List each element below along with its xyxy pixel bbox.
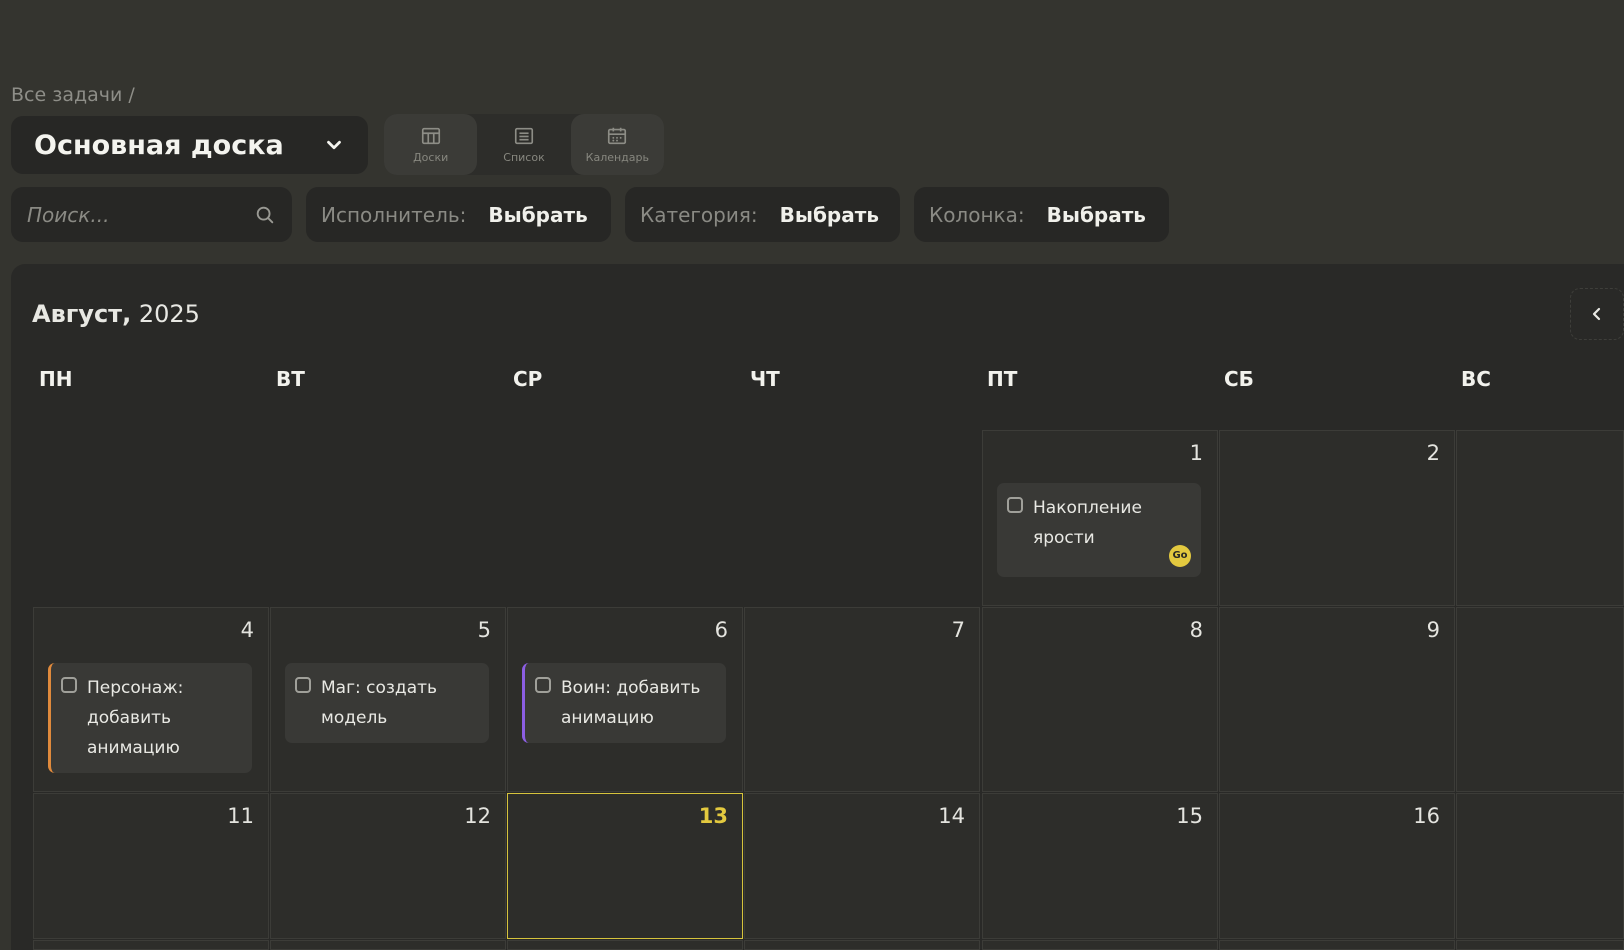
day-cell[interactable]: [1456, 430, 1624, 606]
task-card[interactable]: Маг: создать модель: [285, 663, 489, 743]
day-cell[interactable]: 16: [1219, 793, 1455, 939]
task-checkbox[interactable]: [1007, 497, 1023, 513]
day-cell[interactable]: 8: [982, 607, 1218, 792]
filter-assignee-label: Исполнитель:: [321, 202, 467, 227]
day-number: 11: [227, 804, 254, 828]
day-cell[interactable]: 2: [1219, 430, 1455, 606]
view-switcher: Доски Список Календарь: [384, 114, 664, 175]
day-cell-today[interactable]: 13: [507, 793, 743, 939]
task-card[interactable]: Персонаж: добавить анимацию: [48, 663, 252, 773]
day-cell[interactable]: 14: [744, 793, 980, 939]
board-title: Основная доска: [34, 129, 284, 161]
view-list-label: Список: [503, 151, 545, 164]
day-number: 15: [1176, 804, 1203, 828]
day-number: 13: [698, 804, 728, 828]
task-title: Маг: создать модель: [321, 678, 438, 728]
day-cell[interactable]: 4 Персонаж: добавить анимацию: [33, 607, 269, 792]
filter-category[interactable]: Категория: Выбрать: [625, 187, 900, 242]
day-cell[interactable]: 6 Воин: добавить анимацию: [507, 607, 743, 792]
search-input[interactable]: [27, 202, 254, 227]
breadcrumb[interactable]: Все задачи /: [11, 84, 135, 106]
day-cell[interactable]: [33, 940, 269, 950]
day-cell[interactable]: 9: [1219, 607, 1455, 792]
task-checkbox[interactable]: [295, 677, 311, 693]
day-cell[interactable]: 5 Маг: создать модель: [270, 607, 506, 792]
chevron-down-icon: [327, 140, 341, 150]
task-card[interactable]: Воин: добавить анимацию: [522, 663, 726, 743]
task-card[interactable]: Накопление ярости Go: [997, 483, 1201, 577]
filter-assignee[interactable]: Исполнитель: Выбрать: [306, 187, 611, 242]
view-calendar-button[interactable]: Календарь: [570, 114, 664, 175]
board-selector[interactable]: Основная доска: [11, 116, 368, 174]
day-cell[interactable]: 11: [33, 793, 269, 939]
day-cell[interactable]: [1456, 793, 1624, 939]
search-box: [11, 187, 292, 242]
day-number: 8: [1189, 618, 1203, 642]
day-number: 14: [938, 804, 965, 828]
day-cell[interactable]: [982, 940, 1218, 950]
filter-assignee-value: Выбрать: [488, 202, 588, 227]
calendar-panel: Август, 2025 ПН ВТ СР ЧТ ПТ СБ ВС 1 Нако…: [11, 264, 1624, 950]
day-number: 12: [464, 804, 491, 828]
board-icon: [421, 127, 440, 145]
filter-category-label: Категория:: [640, 202, 758, 227]
day-cell[interactable]: 1 Накопление ярости Go: [982, 430, 1218, 606]
view-list-button[interactable]: Список: [477, 114, 570, 175]
filter-column-value: Выбрать: [1046, 202, 1146, 227]
filter-column-label: Колонка:: [929, 202, 1025, 227]
task-checkbox[interactable]: [61, 677, 77, 693]
list-icon: [514, 127, 534, 145]
task-checkbox[interactable]: [535, 677, 551, 693]
day-cell[interactable]: [507, 940, 743, 950]
task-title: Персонаж: добавить анимацию: [87, 678, 184, 758]
filter-column[interactable]: Колонка: Выбрать: [914, 187, 1169, 242]
calendar-icon: [608, 127, 627, 145]
day-number: 1: [1189, 441, 1203, 465]
day-number: 16: [1413, 804, 1440, 828]
view-boards-label: Доски: [413, 151, 449, 164]
calendar-grid: 1 Накопление ярости Go 2 4 Персонаж: доб…: [11, 264, 1624, 950]
day-cell[interactable]: [744, 940, 980, 950]
view-boards-button[interactable]: Доски: [384, 114, 478, 175]
day-number: 6: [714, 618, 728, 642]
day-cell[interactable]: 12: [270, 793, 506, 939]
day-cell[interactable]: [1456, 940, 1624, 950]
day-cell[interactable]: 15: [982, 793, 1218, 939]
search-icon[interactable]: [254, 204, 276, 226]
filter-category-value: Выбрать: [779, 202, 879, 227]
day-number: 4: [240, 618, 254, 642]
task-title: Накопление ярости: [1033, 498, 1142, 548]
day-cell[interactable]: [1456, 607, 1624, 792]
assignee-badge: Go: [1169, 545, 1191, 567]
view-calendar-label: Календарь: [585, 151, 649, 164]
day-number: 9: [1426, 618, 1440, 642]
day-number: 2: [1426, 441, 1440, 465]
task-title: Воин: добавить анимацию: [561, 678, 701, 728]
day-cell[interactable]: 7: [744, 607, 980, 792]
day-cell[interactable]: [270, 940, 506, 950]
day-cell[interactable]: [1219, 940, 1455, 950]
day-number: 7: [951, 618, 965, 642]
day-number: 5: [477, 618, 491, 642]
